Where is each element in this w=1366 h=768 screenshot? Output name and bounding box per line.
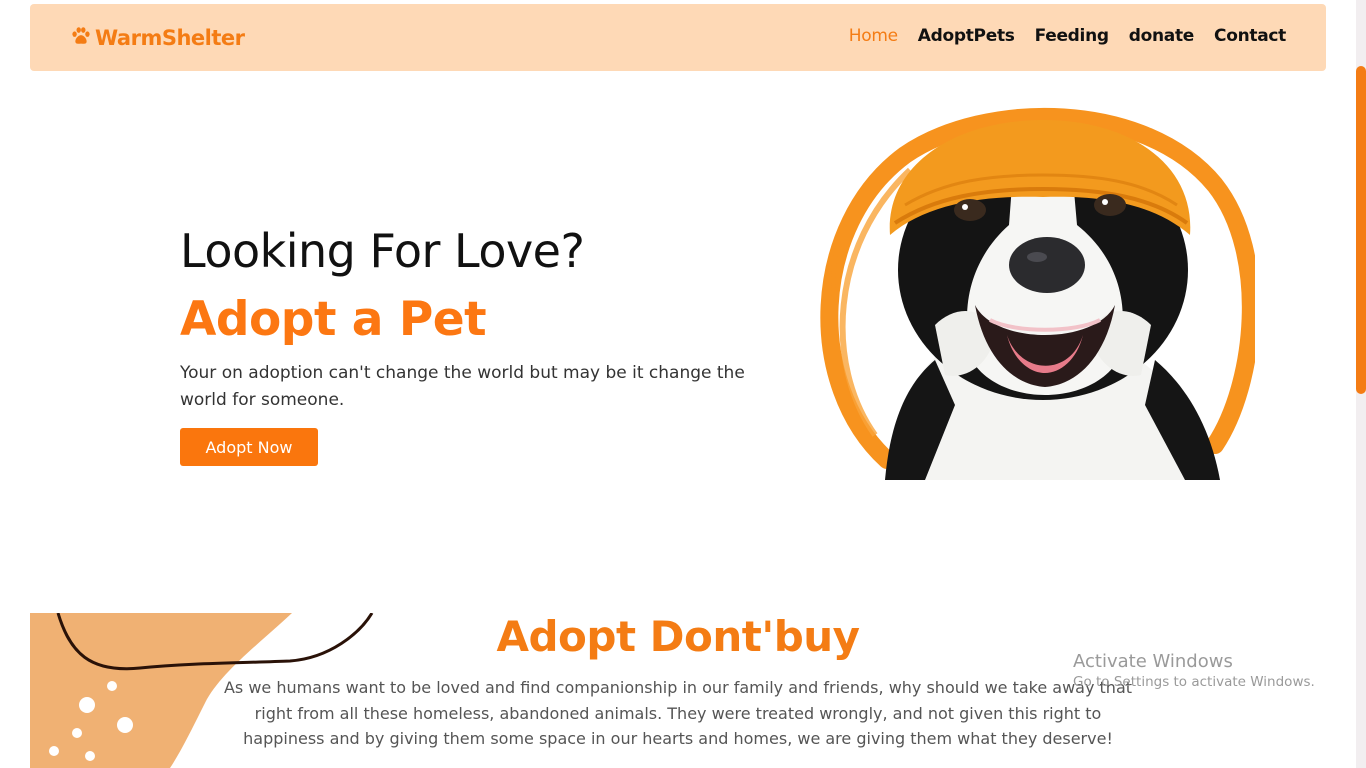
navbar: WarmShelter Home AdoptPets Feeding donat… bbox=[30, 4, 1326, 71]
hero-subtitle: Adopt a Pet bbox=[180, 292, 487, 347]
watermark-subtitle: Go to Settings to activate Windows. bbox=[1073, 674, 1315, 690]
watermark-title: Activate Windows bbox=[1073, 651, 1233, 672]
brand-logo[interactable]: WarmShelter bbox=[70, 24, 245, 52]
nav-contact[interactable]: Contact bbox=[1214, 26, 1286, 46]
scrollbar-thumb[interactable] bbox=[1356, 66, 1366, 394]
windows-activation-watermark: Activate Windows Go to Settings to activ… bbox=[1073, 651, 1315, 690]
nav-links: Home AdoptPets Feeding donate Contact bbox=[849, 26, 1287, 46]
section-text: As we humans want to be loved and find c… bbox=[223, 678, 1133, 748]
brand-name: WarmShelter bbox=[95, 26, 245, 50]
adopt-now-button[interactable]: Adopt Now bbox=[180, 428, 318, 466]
paw-icon bbox=[70, 25, 92, 52]
nav-feeding[interactable]: Feeding bbox=[1035, 26, 1109, 46]
nav-home[interactable]: Home bbox=[849, 26, 898, 46]
nav-donate[interactable]: donate bbox=[1129, 26, 1195, 46]
hero-description: Your on adoption can't change the world … bbox=[180, 363, 745, 410]
hero-dog-image bbox=[815, 105, 1255, 485]
hero-title: Looking For Love? bbox=[180, 224, 585, 278]
nav-adopt-pets[interactable]: AdoptPets bbox=[918, 26, 1015, 46]
